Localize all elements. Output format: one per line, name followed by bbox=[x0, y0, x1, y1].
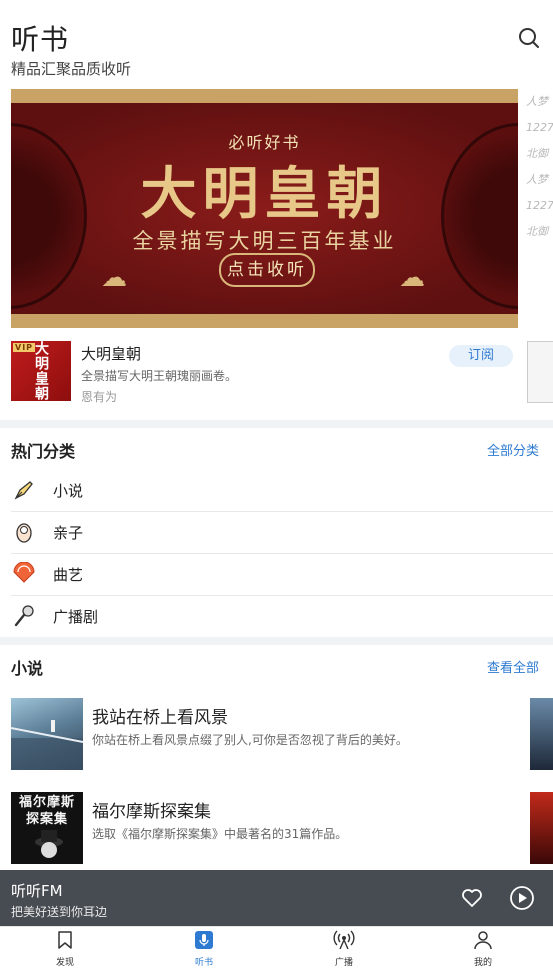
tab-label: 我的 bbox=[473, 958, 492, 968]
player-subtitle: 把美好送到你耳边 bbox=[11, 905, 108, 919]
banner-listen-button[interactable]: 点击收听 bbox=[219, 253, 315, 287]
tab-label: 听书 bbox=[194, 958, 213, 968]
microphone-icon bbox=[195, 931, 213, 949]
heart-icon bbox=[462, 889, 482, 907]
featured-description: 全景描写大明王朝瑰丽画卷。 bbox=[81, 369, 238, 383]
category-label: 小说 bbox=[53, 481, 84, 500]
subscribe-button[interactable]: 订阅 bbox=[449, 345, 513, 367]
category-item-folk-art[interactable]: 曲艺 bbox=[11, 553, 553, 596]
next-featured-peek[interactable] bbox=[527, 341, 553, 403]
novel-cover[interactable]: 福尔摩斯探案集 bbox=[11, 792, 83, 864]
user-icon bbox=[474, 931, 492, 950]
tab-discover[interactable]: 发现 bbox=[35, 930, 95, 968]
featured-title[interactable]: 大明皇朝 bbox=[81, 343, 141, 364]
novel-description: 选取《福尔摩斯探案集》中最著名的31篇作品。 bbox=[92, 827, 348, 841]
player-title: 听听FM bbox=[11, 882, 63, 900]
section-divider bbox=[0, 637, 553, 645]
category-item-novel[interactable]: 小说 bbox=[11, 469, 553, 512]
cloud-ornament-right: ☁ bbox=[399, 263, 425, 293]
promo-banner[interactable]: 必听好书 大明皇朝 全景描写大明三百年基业 ☁ ☁ 点击收听 bbox=[11, 89, 518, 328]
banner-tagline: 全景描写大明三百年基业 bbox=[132, 229, 397, 253]
vip-badge: VIP bbox=[13, 343, 36, 352]
view-all-novels-link[interactable]: 查看全部 bbox=[487, 657, 539, 676]
all-categories-link[interactable]: 全部分类 bbox=[487, 440, 539, 459]
cloud-ornament-left: ☁ bbox=[101, 263, 127, 293]
microphone-icon bbox=[11, 603, 37, 629]
fan-icon bbox=[11, 561, 37, 587]
banner-background: 必听好书 大明皇朝 全景描写大明三百年基业 ☁ ☁ 点击收听 bbox=[11, 103, 518, 314]
radio-tower-icon bbox=[333, 930, 355, 950]
novel-title[interactable]: 福尔摩斯探案集 bbox=[92, 797, 211, 822]
category-item-radio-drama[interactable]: 广播剧 bbox=[11, 595, 553, 638]
baby-icon bbox=[11, 519, 37, 545]
detective-silhouette-image bbox=[35, 830, 63, 858]
category-label: 曲艺 bbox=[53, 565, 84, 584]
next-banner-peek[interactable]: 人梦1227北御人梦1227北御 bbox=[526, 89, 553, 328]
tab-audiobooks[interactable]: 听书 bbox=[174, 930, 234, 968]
featured-cover[interactable]: VIP 大明皇朝 bbox=[11, 341, 71, 401]
page-subtitle: 精品汇聚品质收听 bbox=[11, 60, 132, 78]
page-title: 听书 bbox=[11, 23, 70, 56]
bridge-scene-image bbox=[11, 720, 83, 770]
novel-description: 你站在桥上看风景点缀了别人,可你是否忽视了背后的美好。 bbox=[92, 733, 408, 747]
tab-label: 广播 bbox=[334, 958, 353, 968]
novel-peek-card[interactable] bbox=[530, 792, 553, 864]
search-button[interactable] bbox=[517, 26, 541, 50]
category-item-parenting[interactable]: 亲子 bbox=[11, 511, 553, 554]
category-label: 亲子 bbox=[53, 523, 84, 542]
categories-title: 热门分类 bbox=[11, 442, 76, 461]
section-divider bbox=[0, 420, 553, 428]
tab-label: 发现 bbox=[55, 958, 74, 968]
novel-title[interactable]: 我站在桥上看风景 bbox=[92, 703, 228, 728]
tab-radio[interactable]: 广播 bbox=[314, 930, 374, 968]
novel-cover[interactable] bbox=[11, 698, 83, 770]
play-icon bbox=[510, 886, 534, 910]
novel-peek-card[interactable] bbox=[530, 698, 553, 770]
search-icon bbox=[519, 28, 539, 48]
tab-profile[interactable]: 我的 bbox=[453, 930, 513, 968]
category-label: 广播剧 bbox=[53, 607, 99, 626]
banner-headline: 大明皇朝 bbox=[140, 161, 389, 227]
featured-author: 恩有为 bbox=[81, 390, 118, 404]
play-button[interactable] bbox=[509, 885, 535, 911]
novels-title: 小说 bbox=[11, 659, 44, 678]
bookmark-icon bbox=[58, 931, 72, 949]
favorite-button[interactable] bbox=[460, 886, 484, 910]
pen-icon bbox=[11, 477, 37, 503]
